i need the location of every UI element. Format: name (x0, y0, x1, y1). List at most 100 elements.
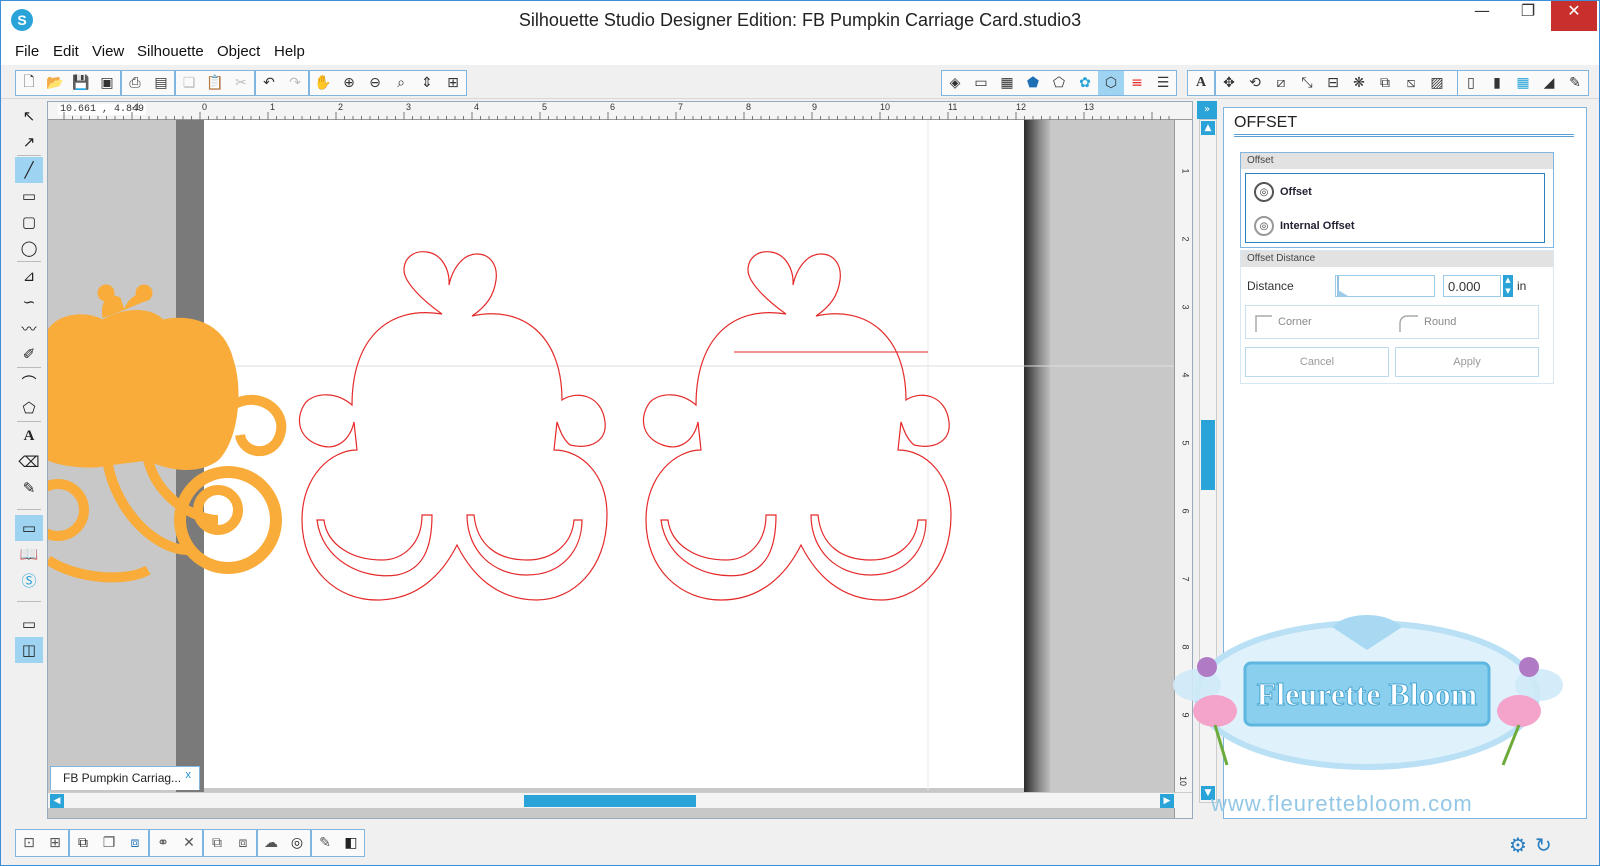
line-weight-icon[interactable]: ☰ (1150, 71, 1176, 95)
knife-icon[interactable]: ⧅ (1398, 71, 1424, 95)
text-icon[interactable]: A (15, 423, 43, 449)
fit-to-page-icon[interactable]: ⊞ (440, 71, 466, 95)
library-view-icon[interactable]: 📖 (15, 541, 43, 567)
line-style-icon[interactable]: ✿ (1072, 71, 1098, 95)
horizontal-scroll-thumb[interactable] (524, 795, 696, 807)
eraser-icon[interactable]: ⌫ (15, 449, 43, 475)
print-icon[interactable]: ⎙ (122, 71, 148, 95)
fill-icon[interactable]: ◈ (942, 71, 968, 95)
curve-icon[interactable]: ∽ (15, 289, 43, 315)
smooth-freehand-icon[interactable]: ✐ (15, 341, 43, 367)
line-icon[interactable]: ╱ (15, 157, 43, 183)
menu-file[interactable]: File (15, 43, 39, 60)
trace-shortcut-icon[interactable]: ✎ (312, 830, 338, 856)
text-style-icon[interactable]: A (1188, 71, 1214, 95)
modify-icon[interactable]: ⧉ (1372, 71, 1398, 95)
save-library-icon[interactable]: ▣ (94, 71, 120, 95)
copy-icon[interactable]: ❏ (176, 71, 202, 95)
single-view-icon[interactable]: ▭ (15, 611, 43, 637)
align-icon[interactable]: ⊟ (1320, 71, 1346, 95)
undo-icon[interactable]: ↶ (256, 71, 282, 95)
grid-icon[interactable]: ▦ (994, 71, 1020, 95)
split-view-icon[interactable]: ◫ (15, 637, 43, 663)
distance-slider[interactable] (1335, 275, 1435, 297)
distance-input[interactable]: 0.000 (1443, 275, 1501, 297)
group-icon[interactable]: ⊡ (16, 830, 42, 856)
menu-object[interactable]: Object (217, 43, 260, 60)
horizontal-scrollbar[interactable]: ◀ ▶ (48, 792, 1192, 808)
zoom-select-icon[interactable]: ⌕ (388, 71, 414, 95)
save-icon[interactable]: 💾 (68, 71, 94, 95)
library-icon[interactable]: ▨ (1424, 71, 1450, 95)
arc-icon[interactable]: ⌒ (15, 369, 43, 395)
regular-polygon-icon[interactable]: ⬠ (15, 395, 43, 421)
knife-shortcut-icon[interactable]: ◧ (338, 830, 364, 856)
menu-help[interactable]: Help (274, 43, 305, 60)
freehand-icon[interactable]: 〰 (15, 315, 43, 341)
scroll-left-icon[interactable]: ◀ (50, 794, 64, 808)
line-color-icon[interactable]: ⬠ (1046, 71, 1072, 95)
drag-zoom-icon[interactable]: ⇕ (414, 71, 440, 95)
send-to-back-icon[interactable]: ⧈ (230, 830, 256, 856)
polygon-icon[interactable]: ⊿ (15, 263, 43, 289)
distance-stepper-icon[interactable]: ▲ ▼ (1503, 275, 1513, 297)
minimize-button[interactable]: — (1459, 1, 1505, 31)
duplicate-icon[interactable]: ☁ (258, 830, 284, 856)
design-page-icon[interactable]: ▭ (15, 515, 43, 541)
zoom-in-icon[interactable]: ⊕ (336, 71, 362, 95)
shear-icon[interactable]: ⧄ (1268, 71, 1294, 95)
bring-forward-icon[interactable]: ⧈ (122, 830, 148, 856)
round-option[interactable]: Round (1424, 316, 1456, 328)
transform-icon[interactable]: ◢ (1536, 71, 1562, 95)
vertical-scroll-thumb[interactable] (1201, 420, 1215, 490)
open-icon[interactable]: 📂 (42, 71, 68, 95)
offset-icon[interactable]: ⬡ (1098, 71, 1124, 95)
cut-style-icon[interactable]: ≡ (1124, 71, 1150, 95)
panel-collapse-icon[interactable]: » (1197, 101, 1217, 119)
rectangle-icon[interactable]: ▭ (15, 183, 43, 209)
sync-icon[interactable]: ↻ (1535, 833, 1552, 857)
compound-icon[interactable]: ⧉ (70, 830, 96, 856)
close-button[interactable]: ✕ (1551, 1, 1597, 31)
weld-icon[interactable]: ⚭ (150, 830, 176, 856)
carriage-outline[interactable] (642, 251, 952, 601)
scroll-up-icon[interactable]: ▲ (1201, 121, 1215, 135)
send-icon[interactable]: ▮ (1484, 71, 1510, 95)
offset-option[interactable]: ◎ Offset (1254, 182, 1312, 202)
new-icon[interactable]: 🗋 (16, 71, 42, 95)
trace-icon[interactable]: ❋ (1346, 71, 1372, 95)
redo-icon[interactable]: ↷ (282, 71, 308, 95)
store-view-icon[interactable]: Ⓢ (15, 567, 43, 593)
carriage-outline[interactable] (298, 251, 608, 601)
maximize-button[interactable]: ❐ (1505, 1, 1551, 31)
pumpkin-carriage-shape[interactable] (48, 284, 287, 583)
rotate-icon[interactable]: ⟲ (1242, 71, 1268, 95)
ungroup-icon[interactable]: ⊞ (42, 830, 68, 856)
page-setup-icon[interactable]: ▭ (968, 71, 994, 95)
ellipse-icon[interactable]: ◯ (15, 235, 43, 261)
point-edit-icon[interactable]: ↗ (15, 129, 43, 155)
send-to-silhouette-icon[interactable]: ▤ (148, 71, 174, 95)
cut-settings-icon[interactable]: ▯ (1458, 71, 1484, 95)
corner-option[interactable]: Corner (1278, 316, 1312, 328)
select-icon[interactable]: ↖ (15, 103, 43, 129)
bring-to-front-icon[interactable]: ⧉ (204, 830, 230, 856)
document-tab[interactable]: FB Pumpkin Carriag... x (50, 766, 200, 790)
settings-gear-icon[interactable]: ⚙ (1509, 833, 1527, 857)
sketch-icon[interactable]: ✎ (1562, 71, 1588, 95)
pan-icon[interactable]: ✋ (310, 71, 336, 95)
fill-color-icon[interactable]: ⬟ (1020, 71, 1046, 95)
design-canvas[interactable]: 10.661 , 4.849 -1 0 1 2 3 4 5 6 7 8 9 10… (47, 101, 1193, 819)
internal-offset-option[interactable]: ◎ Internal Offset (1254, 216, 1355, 236)
offset-shortcut-icon[interactable]: ◎ (284, 830, 310, 856)
zoom-out-icon[interactable]: ⊖ (362, 71, 388, 95)
document-tab-close-icon[interactable]: x (186, 769, 192, 781)
rounded-rectangle-icon[interactable]: ▢ (15, 209, 43, 235)
scale-icon[interactable]: ⤡ (1294, 71, 1320, 95)
paste-icon[interactable]: 📋 (202, 71, 228, 95)
menu-edit[interactable]: Edit (53, 43, 79, 60)
menu-view[interactable]: View (92, 43, 124, 60)
scroll-right-icon[interactable]: ▶ (1160, 794, 1174, 808)
cut-icon[interactable]: ✂ (228, 71, 254, 95)
release-compound-icon[interactable]: ❐ (96, 830, 122, 856)
